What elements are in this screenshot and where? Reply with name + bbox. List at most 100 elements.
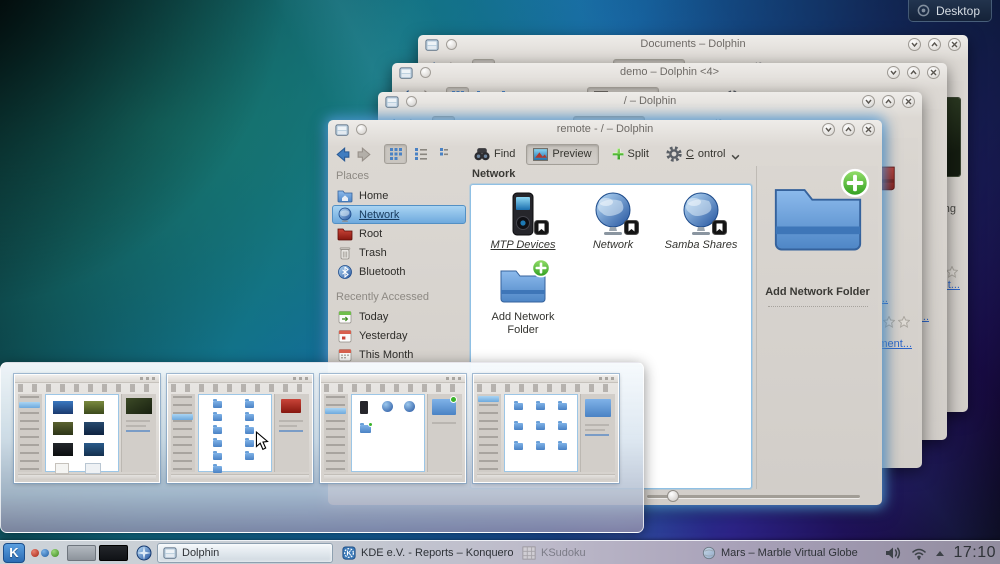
window-title: / – Dolphin <box>378 95 922 107</box>
wifi-icon[interactable] <box>911 547 927 560</box>
dolphin-app-icon <box>163 546 177 560</box>
file-item-network[interactable]: Network <box>569 191 657 252</box>
details-view-button[interactable] <box>409 144 432 164</box>
pager-desktop-2[interactable] <box>99 545 128 561</box>
task-tooltip: Dolphin On Desktop 2 <box>0 362 644 533</box>
sidebar-item-home[interactable]: Home <box>332 186 466 205</box>
sidebar-item-yesterday[interactable]: Yesterday <box>332 326 466 345</box>
calendar-icon <box>337 309 353 325</box>
back-icon[interactable] <box>334 146 351 163</box>
find-button[interactable]: Find <box>468 144 521 164</box>
add-emblem-icon <box>531 258 551 278</box>
zoom-slider-handle[interactable] <box>667 490 679 502</box>
add-emblem-icon <box>840 168 870 198</box>
panel-separator <box>768 306 868 307</box>
tray-expander-icon[interactable] <box>936 551 944 556</box>
icons-view-button[interactable] <box>384 144 407 164</box>
globe-icon <box>337 207 353 223</box>
activities-icon[interactable] <box>135 544 153 562</box>
task-button-dolphin[interactable]: Dolphin <box>157 543 333 563</box>
maximize-button[interactable] <box>928 38 941 51</box>
information-panel: Add Network Folder <box>756 166 878 489</box>
window-thumbnail-documents[interactable] <box>14 374 160 483</box>
kde-menu-button[interactable]: K <box>3 543 25 563</box>
minimize-button[interactable] <box>908 38 921 51</box>
task-button-konqueror[interactable]: K KDE e.V. - Reports – Konqueror <box>337 543 513 563</box>
close-button[interactable] <box>948 38 961 51</box>
sidebar-item-root[interactable]: Root <box>332 224 466 243</box>
preview-icon <box>533 148 548 161</box>
sidebar-item-bluetooth[interactable]: Bluetooth <box>332 262 466 281</box>
clock[interactable]: 17:10 <box>953 544 996 562</box>
calendar-icon <box>337 328 353 344</box>
mouse-cursor <box>254 431 270 451</box>
svg-text:K: K <box>346 550 351 557</box>
titlebar[interactable]: demo – Dolphin <4> <box>392 63 947 83</box>
split-button[interactable]: Split <box>604 144 655 164</box>
desktop-pager <box>67 545 128 561</box>
desktop: Documents – Dolphin Find Preview Split C… <box>0 0 1000 564</box>
close-button[interactable] <box>902 95 915 108</box>
maximize-button[interactable] <box>842 123 855 136</box>
titlebar[interactable]: / – Dolphin <box>378 92 922 112</box>
bluetooth-icon <box>337 264 353 280</box>
rating-stars[interactable] <box>946 266 958 278</box>
task-button-ksudoku[interactable]: KSudoku <box>517 543 693 563</box>
window-thumbnail-remote[interactable] <box>320 374 466 483</box>
maximize-button[interactable] <box>907 66 920 79</box>
compact-view-button[interactable] <box>434 144 457 164</box>
window-thumbnail-demo[interactable] <box>473 374 619 483</box>
konqueror-icon: K <box>342 546 356 560</box>
window-title: Documents – Dolphin <box>418 38 968 50</box>
places-header: Places <box>332 168 466 186</box>
thumbnail-statusbar <box>171 474 309 480</box>
sidebar-item-trash[interactable]: Trash <box>332 243 466 262</box>
preview-button[interactable]: Preview <box>526 144 598 165</box>
minimize-button[interactable] <box>862 95 875 108</box>
activity-dot-blue[interactable] <box>41 549 49 557</box>
minimize-button[interactable] <box>822 123 835 136</box>
activity-dot-red[interactable] <box>31 549 39 557</box>
pager-desktop-1[interactable] <box>67 545 96 561</box>
activity-dot-green[interactable] <box>51 549 59 557</box>
control-button[interactable]: Control <box>660 143 746 165</box>
sidebar-item-today[interactable]: Today <box>332 307 466 326</box>
file-item-samba-shares[interactable]: Samba Shares <box>657 191 745 252</box>
close-button[interactable] <box>862 123 875 136</box>
split-icon <box>610 147 624 161</box>
minimize-button[interactable] <box>887 66 900 79</box>
thumbnail-statusbar <box>324 474 462 480</box>
thumbnail-sidebar <box>171 394 195 472</box>
marble-globe-icon <box>702 546 716 560</box>
sidebar-item-network[interactable]: Network <box>332 205 466 224</box>
titlebar[interactable]: Documents – Dolphin <box>418 35 968 55</box>
task-button-marble[interactable]: Mars – Marble Virtual Globe <box>697 543 873 563</box>
view-header: Network <box>470 166 754 180</box>
panel-item-label: Add Network Folder <box>757 286 878 298</box>
thumbnail-info-panel <box>121 394 156 472</box>
thumbnail-sidebar <box>324 394 348 472</box>
desktop-toolbox-button[interactable]: Desktop <box>908 0 992 22</box>
comment-link[interactable]: ment... <box>878 338 912 350</box>
bookmark-emblem-icon <box>712 220 727 235</box>
trash-icon <box>337 245 353 261</box>
bookmark-emblem-icon <box>624 220 639 235</box>
zoom-slider[interactable] <box>647 495 860 498</box>
binoculars-icon <box>474 147 490 161</box>
volume-icon[interactable] <box>885 546 902 560</box>
window-title: demo – Dolphin <4> <box>392 66 947 78</box>
ksudoku-icon <box>522 546 536 560</box>
taskbar-panel: K Dolphin K KDE e.V. - Reports – Konquer… <box>0 540 1000 564</box>
file-item-add-network-folder[interactable]: Add Network Folder <box>479 263 567 336</box>
maximize-button[interactable] <box>882 95 895 108</box>
window-thumbnail-root[interactable] <box>167 374 313 483</box>
thumbnail-toolbar <box>477 384 615 392</box>
thumbnail-info-panel <box>427 394 462 472</box>
rating-stars[interactable] <box>883 316 910 328</box>
file-item-mtp-devices[interactable]: MTP Devices <box>479 191 567 252</box>
forward-icon[interactable] <box>356 146 373 163</box>
window-title: remote - / – Dolphin <box>328 123 882 135</box>
thumbnail-view <box>351 394 425 472</box>
close-button[interactable] <box>927 66 940 79</box>
titlebar[interactable]: remote - / – Dolphin <box>328 120 882 140</box>
